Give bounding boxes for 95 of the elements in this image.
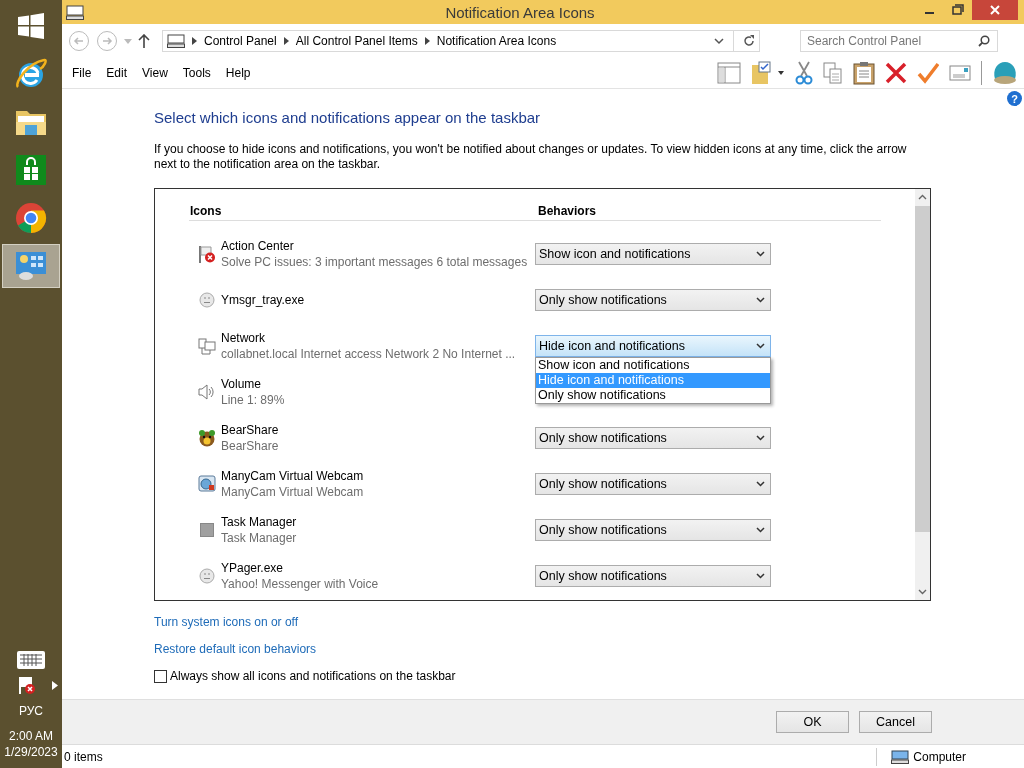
breadcrumb-arrow-icon	[192, 37, 197, 45]
breadcrumb[interactable]: Control Panel	[204, 34, 277, 48]
speaker-icon	[198, 384, 216, 400]
computer-icon	[66, 4, 84, 20]
breadcrumb-arrow-icon	[424, 37, 430, 45]
scrollbar[interactable]	[915, 189, 930, 600]
chevron-down-icon	[756, 297, 765, 303]
app-detail: collabnet.local Internet access Network 2 No Internet ...	[221, 346, 517, 362]
network-icon	[198, 337, 216, 355]
checkmark-icon[interactable]	[917, 62, 939, 84]
app-detail: Line 1: 89%	[221, 392, 286, 408]
page-heading: Select which icons and notifications appear on the taskbar	[154, 109, 541, 126]
menu-item[interactable]: Edit	[106, 66, 128, 80]
app-name: YPager.exe	[221, 560, 285, 576]
app-name: Action Center	[221, 238, 295, 254]
chevron-down-icon	[756, 527, 765, 533]
app-name: Ymsgr_tray.exe	[221, 292, 306, 308]
column-header: Behaviors	[538, 204, 597, 218]
refresh-icon[interactable]	[743, 35, 755, 47]
app-name: ManyCam Virtual Webcam	[221, 468, 365, 484]
behavior-dropdown[interactable]: Show icon and notifications	[535, 243, 771, 265]
dropdown-option[interactable]: Only show notifications	[536, 388, 770, 403]
chevron-down-icon[interactable]	[714, 37, 724, 45]
expand-arrow-icon[interactable]	[52, 680, 58, 690]
clipboard-icon[interactable]	[853, 61, 875, 85]
link[interactable]: Turn system icons on or off	[154, 615, 299, 629]
column-header: Icons	[189, 204, 223, 218]
app-name: BearShare	[221, 422, 280, 438]
envelope-card-icon[interactable]	[949, 65, 971, 81]
bear-face-icon	[198, 429, 216, 447]
dialog-button[interactable]: Cancel	[859, 711, 932, 733]
window-title: Notification Area Icons	[445, 3, 595, 21]
search-icon	[978, 35, 990, 47]
chevron-down-icon	[756, 481, 765, 487]
chevron-down-icon	[756, 251, 765, 257]
breadcrumb[interactable]: Notification Area Icons	[436, 34, 557, 48]
app-detail: ManyCam Virtual Webcam	[221, 484, 365, 500]
app-detail: Task Manager	[221, 530, 298, 546]
delete-x-icon[interactable]	[885, 62, 907, 84]
smiley-icon	[199, 292, 215, 308]
description-text: If you choose to hide icons and notifications, you won't be notified about changes or updates. To view hidden icons at any time, click the arrow next to the notification area on the taskbar.	[154, 142, 908, 172]
checkbox-label[interactable]: Always show all icons and notifications on the taskbar	[170, 669, 456, 683]
dialog-button[interactable]: OK	[776, 711, 849, 733]
menu-item[interactable]: View	[142, 66, 168, 80]
flag-error-icon	[198, 245, 216, 263]
search-field[interactable]: Search Control Panel	[800, 30, 998, 52]
app-name: Task Manager	[221, 514, 298, 530]
folder-check-icon[interactable]	[751, 61, 785, 85]
clock-date[interactable]: 1/29/2023	[4, 744, 58, 760]
scrollbar-thumb[interactable]	[915, 206, 930, 532]
behavior-dropdown[interactable]: Only show notifications	[535, 519, 771, 541]
up-arrow-icon[interactable]	[138, 34, 150, 48]
menu-item[interactable]: Help	[225, 66, 251, 80]
app-name: Network	[221, 330, 266, 346]
breadcrumb[interactable]: All Control Panel Items	[295, 34, 418, 48]
dropdown-option[interactable]: Show icon and notifications	[536, 358, 770, 373]
menu-item[interactable]: File	[72, 66, 92, 80]
behavior-dropdown[interactable]: Only show notifications	[535, 473, 771, 495]
computer-icon	[167, 34, 185, 48]
app-detail: Solve PC issues: 3 important messages 6 total messages	[221, 254, 529, 270]
help-icon[interactable]: ?	[1007, 91, 1022, 106]
item-count: 0 items	[64, 749, 103, 764]
behavior-dropdown[interactable]: Only show notifications	[535, 427, 771, 449]
behavior-dropdown[interactable]: Only show notifications	[535, 565, 771, 587]
chevron-down-icon	[756, 435, 765, 441]
breadcrumb-arrow-icon	[283, 37, 289, 45]
flag-error-icon[interactable]	[18, 676, 36, 694]
chevron-down-icon	[756, 573, 765, 579]
address-bar[interactable]: Control Panel All Control Panel Items Notification Area Icons	[162, 30, 760, 52]
chevron-down-icon	[756, 343, 765, 349]
computer-icon	[891, 749, 910, 764]
smiley-icon	[199, 568, 215, 584]
chrome-logo-icon	[15, 202, 47, 234]
location-label: Computer	[913, 749, 966, 764]
shopping-bag-icon	[16, 155, 46, 185]
clock-time[interactable]: 2:00 AM	[8, 728, 53, 744]
menu-item[interactable]: Tools	[182, 66, 211, 80]
scroll-down-icon	[918, 589, 927, 595]
globe-icon[interactable]	[992, 61, 1018, 85]
app-detail: Yahoo! Messenger with Voice	[221, 576, 380, 592]
app-name: Volume	[221, 376, 263, 392]
language-indicator[interactable]: РУС	[19, 704, 43, 718]
scroll-up-icon	[918, 194, 927, 200]
windows-logo-icon	[18, 13, 44, 39]
webcam-icon	[198, 475, 216, 493]
app-detail: BearShare	[221, 438, 280, 454]
close-icon[interactable]	[972, 0, 1018, 20]
behavior-dropdown[interactable]: Only show notifications	[535, 289, 771, 311]
control-panel-icon	[15, 251, 47, 281]
square-icon	[200, 523, 214, 537]
behavior-dropdown[interactable]: Hide icon and notifications	[535, 335, 771, 357]
checkbox[interactable]	[154, 669, 167, 683]
scissors-icon[interactable]	[795, 61, 813, 85]
link[interactable]: Restore default icon behaviors	[154, 642, 317, 656]
keyboard-icon[interactable]	[16, 650, 46, 670]
